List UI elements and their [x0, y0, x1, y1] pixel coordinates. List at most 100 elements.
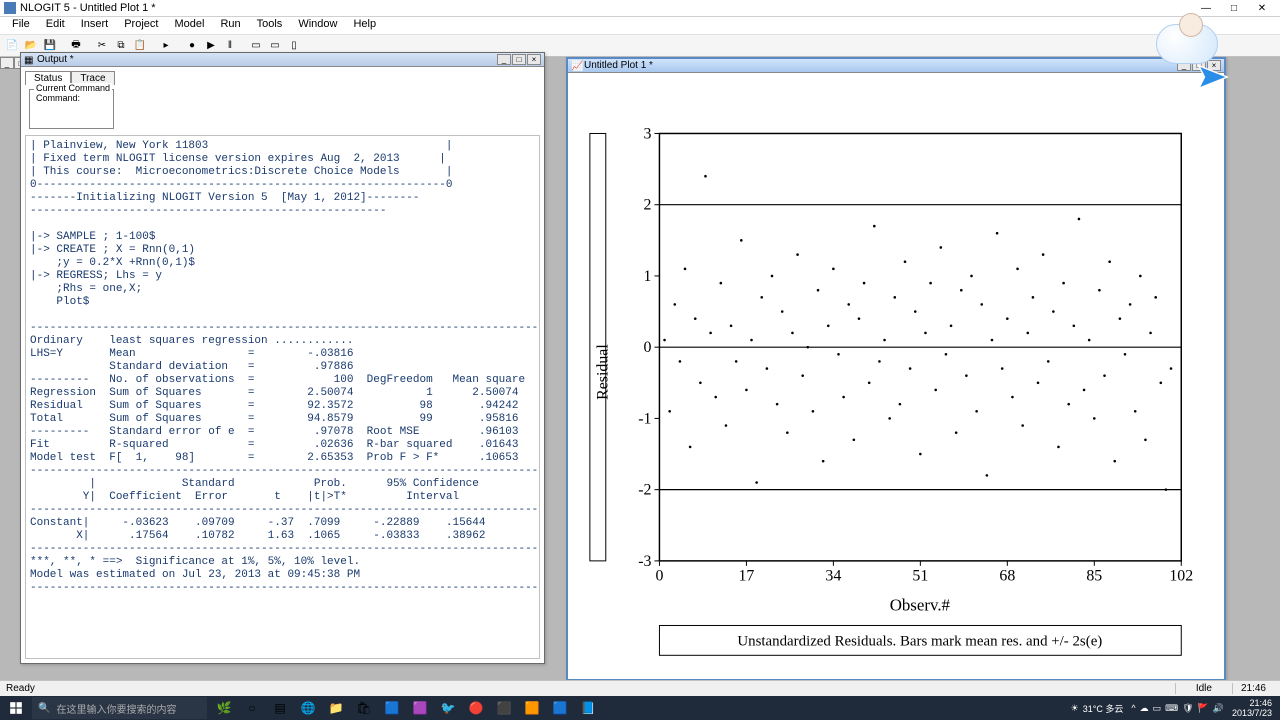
output-minimize-button[interactable]: _	[497, 54, 511, 65]
menu-file[interactable]: File	[4, 17, 38, 34]
data-point	[873, 225, 876, 228]
taskbar-app1-icon[interactable]: 🟦	[379, 696, 405, 720]
menu-tools[interactable]: Tools	[249, 17, 291, 34]
tray-volume-icon[interactable]: 🔊	[1213, 703, 1224, 714]
bird-icon[interactable]	[1196, 60, 1230, 94]
plot-window[interactable]: 📈 Untitled Plot 1 * _ □ × Residual 3210-…	[566, 57, 1226, 681]
taskbar-plant-icon[interactable]: 🌿	[211, 696, 237, 720]
data-point	[832, 268, 835, 271]
taskbar-edge-icon[interactable]: 🌐	[295, 696, 321, 720]
bg-minimize-button[interactable]: _	[0, 57, 14, 69]
close-button[interactable]: ✕	[1248, 1, 1276, 16]
data-point	[1006, 317, 1009, 320]
menu-insert[interactable]: Insert	[73, 17, 117, 34]
tray-chevron-icon[interactable]: ^	[1131, 703, 1135, 714]
start-button[interactable]	[0, 696, 32, 720]
taskbar-powerpoint-icon[interactable]: 🟧	[519, 696, 545, 720]
taskbar-cortana-icon[interactable]: ○	[239, 696, 265, 720]
tray-input-icon[interactable]: ▭	[1153, 703, 1162, 714]
output-body: Status Trace Current Command Command: | …	[21, 67, 544, 663]
data-point	[919, 453, 922, 456]
data-point	[694, 317, 697, 320]
weather-widget[interactable]: ☀ 31°C 多云	[1071, 702, 1124, 715]
data-point	[760, 296, 763, 299]
search-icon: 🔍	[38, 703, 50, 714]
data-point	[1134, 410, 1137, 413]
data-point	[940, 246, 943, 249]
statusbar: Ready Idle 21:46	[0, 680, 1280, 696]
svg-text:85: 85	[1086, 568, 1102, 585]
window-controls: — □ ✕	[1192, 1, 1276, 16]
data-point	[970, 275, 973, 278]
menu-model[interactable]: Model	[166, 17, 212, 34]
taskbar-search[interactable]: 🔍 在这里输入你要搜索的内容	[32, 697, 207, 719]
status-left: Ready	[6, 683, 1175, 694]
data-point	[663, 339, 666, 342]
new-icon[interactable]: 📄	[3, 37, 21, 55]
data-point	[725, 424, 728, 427]
svg-text:2: 2	[644, 197, 652, 214]
svg-text:68: 68	[999, 568, 1015, 585]
data-point	[1165, 488, 1168, 491]
menu-help[interactable]: Help	[345, 17, 384, 34]
taskbar-nlogit-icon[interactable]: 🟦	[547, 696, 573, 720]
taskbar-thunder-icon[interactable]: 🐦	[435, 696, 461, 720]
data-point	[796, 253, 799, 256]
taskbar-store-icon[interactable]: 🛍	[351, 696, 377, 720]
tray-flag-icon[interactable]: 🚩	[1198, 703, 1209, 714]
output-window[interactable]: ▦ Output * _ □ × Status Trace Current Co…	[20, 52, 545, 664]
current-command-box: Current Command Command:	[29, 89, 114, 129]
taskbar-app4-icon[interactable]: 📘	[575, 696, 601, 720]
data-point	[1098, 289, 1101, 292]
taskbar-apps: 🌿 ○ ▤ 🌐 📁 🛍 🟦 🟪 🐦 🔴 ⬛ 🟧 🟦 📘	[211, 696, 601, 720]
residual-scatter-plot: Residual 3210-1-2-3 01734516885102 Obser…	[568, 73, 1224, 679]
data-point	[699, 381, 702, 384]
y-axis-label: Residual	[595, 344, 612, 400]
mdi-workarea: ▦ Output * _ □ × Status Trace Current Co…	[0, 57, 1280, 680]
data-point	[1021, 424, 1024, 427]
plot-titlebar[interactable]: 📈 Untitled Plot 1 * _ □ ×	[568, 59, 1224, 73]
data-point	[924, 332, 927, 335]
data-point	[1160, 381, 1163, 384]
data-point	[950, 325, 953, 328]
output-maximize-button[interactable]: □	[512, 54, 526, 65]
svg-text:1: 1	[644, 268, 652, 285]
menu-run[interactable]: Run	[212, 17, 248, 34]
data-point	[883, 339, 886, 342]
titlebar: NLOGIT 5 - Untitled Plot 1 * — □ ✕	[0, 0, 1280, 17]
taskbar-app2-icon[interactable]: 🟪	[407, 696, 433, 720]
menu-edit[interactable]: Edit	[38, 17, 73, 34]
taskbar-app3-icon[interactable]: ⬛	[491, 696, 517, 720]
output-close-button[interactable]: ×	[527, 54, 541, 65]
data-point	[1016, 268, 1019, 271]
menu-project[interactable]: Project	[116, 17, 166, 34]
data-point	[991, 339, 994, 342]
tray-shield-icon[interactable]: 🛡	[1182, 703, 1193, 714]
data-point	[904, 260, 907, 263]
data-point	[909, 367, 912, 370]
data-point	[740, 239, 743, 242]
tray-cloud-icon[interactable]: ☁	[1140, 703, 1149, 714]
taskbar-chrome-icon[interactable]: 🔴	[463, 696, 489, 720]
data-point	[934, 389, 937, 392]
data-point	[1129, 303, 1132, 306]
tray-clock[interactable]: 21:46 2013/7/23	[1232, 698, 1272, 718]
weather-text: 31°C 多云	[1083, 702, 1124, 715]
output-text-area[interactable]: | Plainview, New York 11803 | | Fixed te…	[25, 135, 540, 659]
data-point	[776, 403, 779, 406]
data-point	[842, 396, 845, 399]
data-point	[868, 381, 871, 384]
svg-text:-3: -3	[638, 553, 651, 570]
command-legend: Current Command	[34, 83, 112, 93]
output-titlebar[interactable]: ▦ Output * _ □ ×	[21, 53, 544, 67]
mascot-widget[interactable]	[1156, 24, 1218, 64]
menu-window[interactable]: Window	[290, 17, 345, 34]
data-point	[684, 268, 687, 271]
taskbar-explorer-icon[interactable]: 📁	[323, 696, 349, 720]
data-point	[955, 431, 958, 434]
tray-keyboard-icon[interactable]: ⌨	[1165, 703, 1178, 714]
taskbar-taskview-icon[interactable]: ▤	[267, 696, 293, 720]
maximize-button[interactable]: □	[1220, 1, 1248, 16]
data-point	[812, 410, 815, 413]
data-point	[1078, 218, 1081, 221]
